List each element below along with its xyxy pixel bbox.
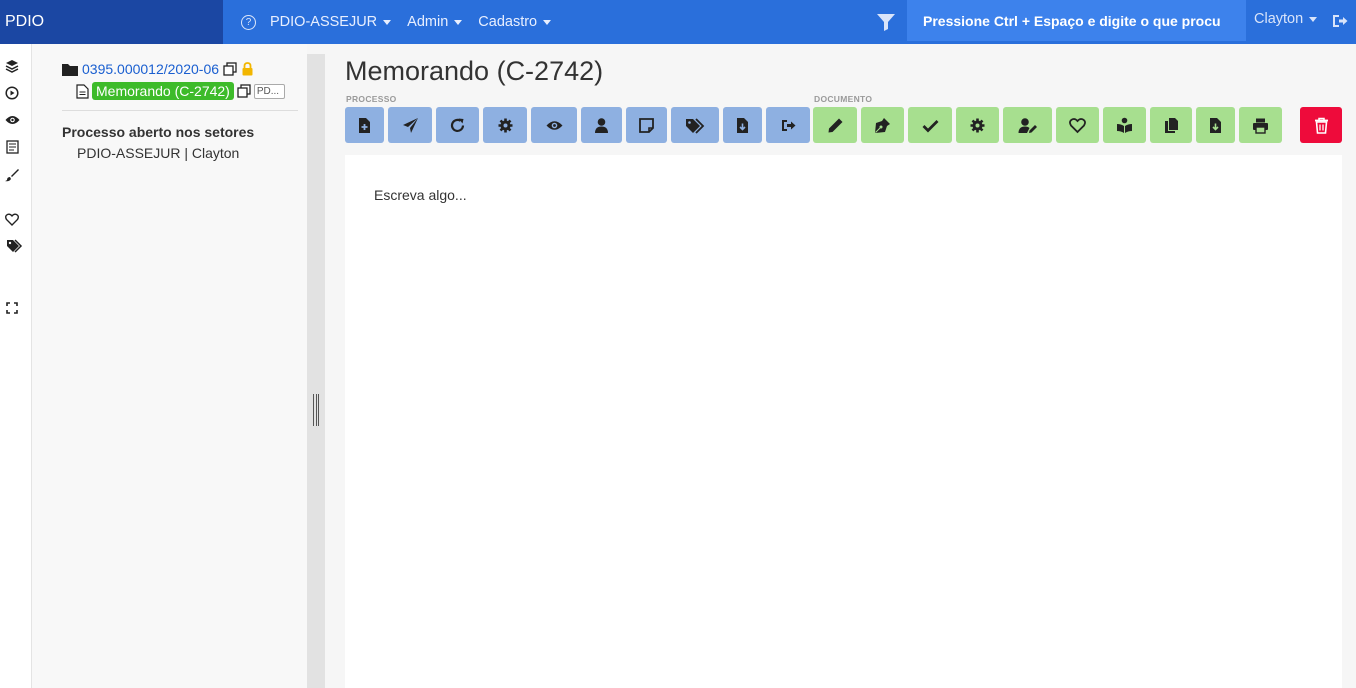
gear-icon — [970, 118, 985, 132]
reader-button[interactable] — [1103, 107, 1146, 143]
copy-icon[interactable] — [237, 84, 251, 98]
tags-button[interactable] — [671, 107, 719, 143]
eye-icon — [546, 120, 562, 130]
pen-nib-icon — [875, 117, 890, 133]
process-number-link[interactable]: 0395.000012/2020-06 — [82, 61, 219, 77]
nav-item-label: Cadastro — [478, 14, 538, 30]
global-search-input[interactable]: Pressione Ctrl + Espaço e digite o que p… — [907, 0, 1246, 41]
gear-icon — [498, 118, 512, 132]
tags-icon — [686, 117, 705, 134]
brush-icon[interactable] — [4, 167, 20, 183]
file-download-icon — [737, 117, 748, 133]
splitter-grip-icon[interactable] — [313, 394, 319, 426]
trash-icon — [1314, 117, 1328, 134]
question-circle-icon[interactable]: ? — [241, 14, 256, 30]
nav-item-label: PDIO-ASSEJUR — [270, 14, 378, 30]
tree-divider — [62, 110, 298, 111]
send-button[interactable] — [388, 107, 432, 143]
process-group-label: PROCESSO — [346, 94, 397, 104]
top-navbar: PDIO ? PDIO-ASSEJUR Admin Cadastro Press… — [0, 0, 1356, 44]
tree-process-row: 0395.000012/2020-06 — [62, 61, 254, 77]
user-edit-button[interactable] — [1003, 107, 1052, 143]
assign-user-button[interactable] — [581, 107, 622, 143]
tags-icon[interactable] — [5, 238, 23, 254]
copy-icon[interactable] — [223, 62, 237, 76]
user-menu[interactable]: Clayton — [1254, 11, 1318, 27]
finish-document-button[interactable] — [908, 107, 952, 143]
folder-icon — [62, 63, 78, 76]
document-settings-button[interactable] — [956, 107, 999, 143]
filter-icon[interactable] — [876, 12, 896, 32]
copy-icon — [1164, 117, 1178, 133]
left-icon-rail — [0, 44, 32, 688]
nav-item-admin[interactable]: Admin — [407, 14, 463, 30]
download-document-button[interactable] — [1196, 107, 1235, 143]
panel-splitter[interactable] — [307, 54, 325, 688]
file-icon — [76, 83, 89, 99]
sectors-value: PDIO-ASSEJUR | Clayton — [77, 145, 240, 161]
expand-icon[interactable] — [4, 300, 20, 316]
delete-button[interactable] — [1300, 107, 1342, 143]
view-button[interactable] — [531, 107, 577, 143]
user-name: Clayton — [1254, 11, 1304, 27]
page-title: Memorando (C-2742) — [345, 56, 604, 86]
pencil-icon — [828, 118, 842, 132]
process-tree-panel: 0395.000012/2020-06 Memorando (C-2742) P… — [32, 44, 307, 688]
play-circle-icon[interactable] — [4, 85, 20, 101]
newspaper-icon[interactable] — [4, 139, 20, 155]
user-icon — [595, 117, 608, 133]
document-badge-link[interactable]: Memorando (C-2742) — [92, 82, 234, 100]
heart-icon[interactable] — [4, 211, 20, 227]
sectors-title: Processo aberto nos setores — [62, 124, 255, 140]
layers-icon[interactable] — [4, 58, 20, 74]
caret-down-icon — [543, 19, 552, 25]
copy-document-button[interactable] — [1150, 107, 1192, 143]
book-reader-icon — [1117, 117, 1132, 133]
sign-document-button[interactable] — [861, 107, 904, 143]
edit-document-button[interactable] — [813, 107, 857, 143]
favorite-button[interactable] — [1056, 107, 1099, 143]
nav-item-cadastro[interactable]: Cadastro — [478, 14, 552, 30]
print-button[interactable] — [1239, 107, 1282, 143]
exit-process-button[interactable] — [766, 107, 810, 143]
sticky-note-icon — [639, 117, 654, 133]
new-document-button[interactable] — [345, 107, 384, 143]
document-tag: PD... — [253, 83, 285, 99]
caret-down-icon — [383, 19, 392, 25]
nav-item-sector[interactable]: PDIO-ASSEJUR — [270, 14, 392, 30]
file-download-icon — [1210, 117, 1221, 133]
document-group-label: DOCUMENTO — [814, 94, 873, 104]
caret-down-icon — [1309, 16, 1318, 22]
lock-icon — [242, 62, 253, 76]
brand-logo[interactable]: PDIO — [0, 0, 223, 44]
reload-button[interactable] — [436, 107, 479, 143]
note-button[interactable] — [626, 107, 667, 143]
nav-menu: PDIO-ASSEJUR Admin Cadastro — [270, 14, 552, 30]
nav-item-label: Admin — [407, 14, 449, 30]
user-edit-icon — [1018, 117, 1037, 133]
process-settings-button[interactable] — [483, 107, 527, 143]
logout-icon[interactable] — [1331, 12, 1349, 30]
file-plus-icon — [359, 117, 370, 133]
eye-icon[interactable] — [4, 112, 20, 128]
check-icon — [922, 119, 938, 132]
editor-placeholder: Escreva algo... — [374, 187, 467, 203]
tree-document-row: Memorando (C-2742) PD... — [76, 82, 285, 100]
download-button[interactable] — [723, 107, 762, 143]
sign-out-icon — [781, 119, 795, 131]
caret-down-icon — [454, 19, 463, 25]
paper-plane-icon — [402, 117, 418, 133]
document-editor[interactable]: Escreva algo... — [345, 155, 1342, 688]
heart-icon — [1069, 117, 1086, 133]
redo-icon — [450, 118, 465, 132]
print-icon — [1253, 118, 1268, 134]
